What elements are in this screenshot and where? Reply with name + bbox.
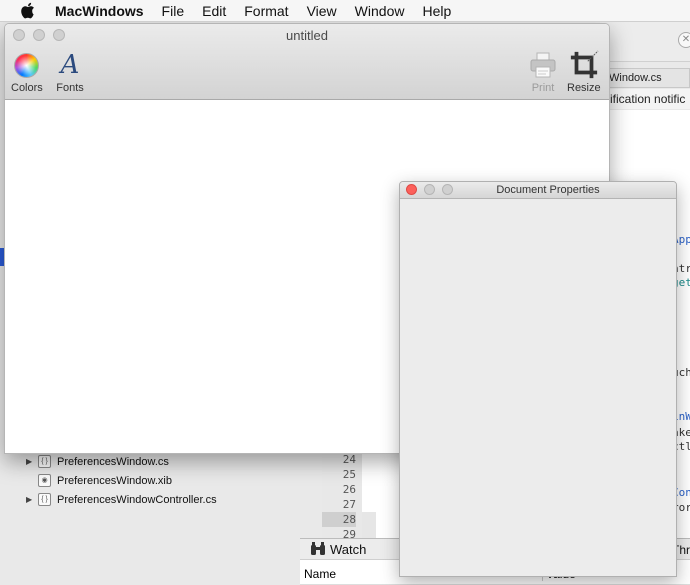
clear-search-icon[interactable]: ✕ <box>678 32 690 48</box>
crop-icon <box>569 50 599 80</box>
menu-file[interactable]: File <box>153 0 194 22</box>
disclosure-triangle-icon[interactable]: ▶ <box>26 457 38 466</box>
notification-bar: ification notific <box>600 89 690 109</box>
panel-content-area <box>400 199 676 576</box>
watch-pad-title[interactable]: Watch <box>330 542 366 557</box>
fonts-button[interactable]: A Fonts <box>55 50 85 94</box>
code-area[interactable] <box>362 452 400 540</box>
colors-label: Colors <box>11 82 43 94</box>
tree-item[interactable]: ▶ { } PreferencesWindow.cs <box>26 452 169 471</box>
color-wheel-icon <box>12 50 42 80</box>
csharp-file-icon: { } <box>38 493 51 506</box>
line-number-gutter: 24 25 26 27 28 29 <box>322 452 362 541</box>
font-icon: A <box>55 50 85 80</box>
line-number: 24 <box>342 453 356 466</box>
line-number: 27 <box>342 498 356 511</box>
current-line-number: 28 <box>322 512 356 527</box>
menu-app-name[interactable]: MacWindows <box>46 0 153 22</box>
tree-item-label: PreferencesWindow.cs <box>57 455 169 468</box>
panel-title-bar: Document Properties <box>400 182 676 199</box>
line-number: 26 <box>342 483 356 496</box>
tree-item-label: PreferencesWindow.xib <box>57 474 172 487</box>
menu-format[interactable]: Format <box>235 0 297 22</box>
editor-tab[interactable]: Window.cs <box>600 68 690 88</box>
window-toolbar: untitled Colors A Fonts Print Resize <box>5 24 609 100</box>
resize-button[interactable]: Resize <box>567 50 601 94</box>
fonts-label: Fonts <box>56 82 84 94</box>
menu-bar: MacWindows File Edit Format View Window … <box>0 0 690 22</box>
colors-button[interactable]: Colors <box>11 50 43 94</box>
line-number: 25 <box>342 468 356 481</box>
solution-tree: ▶ { } PreferencesWindow.cs ◉ Preferences… <box>0 452 300 585</box>
csharp-file-icon: { } <box>38 455 51 468</box>
font-glyph: A <box>60 50 80 80</box>
binoculars-icon <box>310 542 326 556</box>
document-properties-panel: Document Properties <box>399 181 677 577</box>
xib-file-icon: ◉ <box>38 474 51 487</box>
menu-help[interactable]: Help <box>413 0 460 22</box>
tree-item-label: PreferencesWindowController.cs <box>57 493 217 506</box>
tree-item[interactable]: ▶ { } PreferencesWindowController.cs <box>26 490 217 509</box>
print-button[interactable]: Print <box>528 50 558 94</box>
printer-icon <box>528 50 558 80</box>
panel-title: Document Properties <box>496 184 600 196</box>
menu-edit[interactable]: Edit <box>193 0 235 22</box>
ide-toolbar: ✕ <box>600 22 690 62</box>
menu-window[interactable]: Window <box>346 0 414 22</box>
disclosure-triangle-icon[interactable]: ▶ <box>26 495 38 504</box>
tree-item[interactable]: ◉ PreferencesWindow.xib <box>26 471 172 490</box>
apple-icon[interactable] <box>18 2 36 20</box>
menu-view[interactable]: View <box>298 0 346 22</box>
window-title: untitled <box>286 28 328 43</box>
resize-label: Resize <box>567 82 601 94</box>
print-label: Print <box>531 82 555 94</box>
column-header-name[interactable]: Name <box>304 567 336 581</box>
